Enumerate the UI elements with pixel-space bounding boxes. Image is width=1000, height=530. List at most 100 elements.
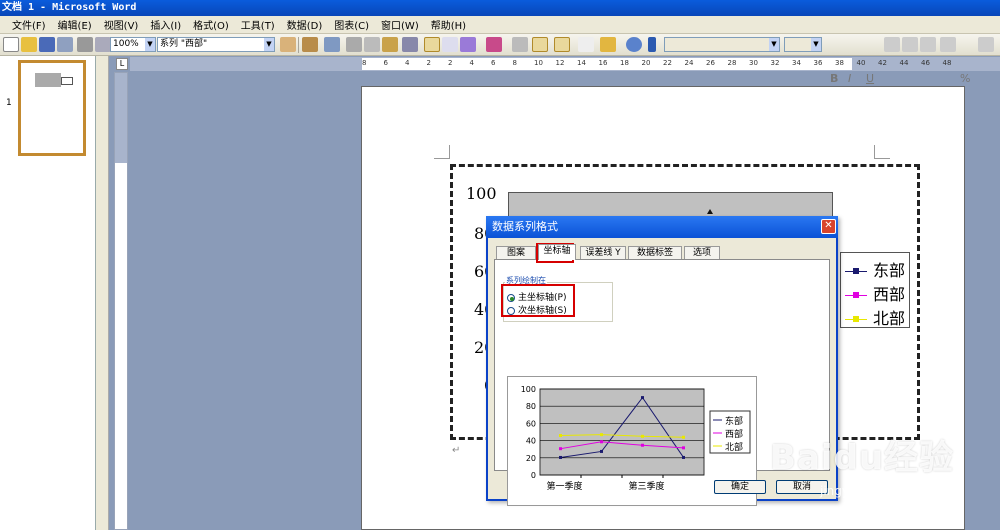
- ruler-margin-shade: [115, 73, 127, 163]
- fill-color-icon[interactable]: [600, 37, 616, 52]
- open-folder-icon[interactable]: [21, 37, 37, 52]
- ruler-tick-label: 40: [856, 59, 866, 67]
- preview-legend-label: 东部: [725, 415, 743, 427]
- new-document-icon[interactable]: [3, 37, 19, 52]
- by-row-icon[interactable]: [424, 37, 440, 52]
- chart-legend[interactable]: 东部西部北部: [840, 252, 910, 328]
- legend-line-icon: [845, 268, 867, 274]
- undo-icon[interactable]: [402, 37, 418, 52]
- gridlines-toggle-icon[interactable]: [554, 37, 570, 52]
- tab-3[interactable]: 数据标签: [628, 246, 682, 260]
- italic-button[interactable]: I: [848, 72, 851, 85]
- cut-icon[interactable]: [346, 37, 362, 52]
- ok-button[interactable]: 确定: [714, 480, 766, 494]
- align-left-icon[interactable]: [884, 37, 900, 52]
- thumbnail-page-number: 1: [6, 98, 12, 108]
- preview-y-tick-label: 40: [526, 437, 536, 446]
- thumbnail-legend: [61, 77, 73, 85]
- font-name-select[interactable]: ▼: [664, 37, 780, 52]
- legend-line-icon: [845, 292, 867, 298]
- tab-0[interactable]: 图案: [496, 246, 536, 260]
- permission-icon[interactable]: [57, 37, 73, 52]
- watermark-logo: Baidu经验: [770, 438, 955, 478]
- menu-item[interactable]: 视图(V): [98, 17, 145, 32]
- toolbar-options-icon[interactable]: [648, 37, 656, 52]
- copy-icon[interactable]: [364, 37, 380, 52]
- tab-1[interactable]: 坐标轴: [538, 244, 576, 260]
- legend-icon[interactable]: [486, 37, 502, 52]
- align-center-icon[interactable]: [902, 37, 918, 52]
- page-thumbnail[interactable]: [18, 60, 86, 156]
- menu-item[interactable]: 图表(C): [328, 17, 375, 32]
- legend-line-icon: [845, 316, 867, 322]
- print-icon[interactable]: [77, 37, 93, 52]
- toolbar-separator: [298, 37, 299, 53]
- print-preview-icon[interactable]: [95, 37, 111, 52]
- underline-button[interactable]: U: [866, 72, 874, 85]
- menu-item[interactable]: 窗口(W): [375, 17, 425, 32]
- preview-x-tick-label: 第三季度: [628, 480, 664, 492]
- menu-item[interactable]: 格式(O): [187, 17, 235, 32]
- preview-data-point: [682, 435, 685, 439]
- dialog-title-bar[interactable]: 数据系列格式 ✕: [486, 216, 838, 238]
- chart-type-icon[interactable]: [460, 37, 476, 52]
- ruler-tick-label: 16: [598, 59, 608, 67]
- data-table-icon[interactable]: [532, 37, 548, 52]
- preview-y-tick-label: 20: [526, 454, 536, 463]
- legend-label: 北部: [873, 309, 906, 328]
- currency-style-icon[interactable]: [940, 37, 956, 52]
- tab-2[interactable]: 误差线 Y: [580, 246, 626, 260]
- menu-item[interactable]: 文件(F): [6, 17, 52, 32]
- chart-object-select[interactable]: 系列 "西部" ▼: [157, 37, 275, 52]
- font-size-select[interactable]: ▼: [784, 37, 822, 52]
- preview-data-point: [641, 434, 644, 438]
- chevron-down-icon: ▼: [811, 38, 821, 51]
- preview-data-point: [559, 455, 562, 459]
- zoom-value: 100%: [113, 39, 139, 49]
- help-icon[interactable]: [626, 37, 642, 52]
- import-file-icon[interactable]: [302, 37, 318, 52]
- close-icon[interactable]: ✕: [821, 219, 836, 234]
- ruler-tick-label: 22: [663, 59, 672, 67]
- menu-item[interactable]: 插入(I): [144, 17, 187, 32]
- ruler-tick-label: 12: [555, 59, 565, 67]
- menu-item[interactable]: 工具(T): [235, 17, 281, 32]
- tab-4[interactable]: 选项: [684, 246, 720, 260]
- menu-item[interactable]: 编辑(E): [52, 17, 98, 32]
- save-icon[interactable]: [39, 37, 55, 52]
- text-box-icon[interactable]: [578, 37, 594, 52]
- preview-data-point: [641, 443, 644, 447]
- by-column-icon[interactable]: [442, 37, 458, 52]
- align-right-icon[interactable]: [920, 37, 936, 52]
- menu-bar: 文件(F) 编辑(E) 视图(V) 插入(I) 格式(O) 工具(T) 数据(D) 图表(C)…: [0, 16, 1000, 34]
- legend-label: 西部: [873, 285, 906, 304]
- menu-item[interactable]: 帮助(H): [425, 17, 472, 32]
- toolbar: 100% ▼ 系列 "西部" ▼ ▼ ▼ B I U %: [0, 34, 1000, 85]
- preview-data-point: [600, 433, 603, 437]
- ruler-tick-label: 4: [405, 59, 410, 67]
- legend-entry: 东部: [845, 257, 905, 281]
- horizontal-ruler[interactable]: 8 6 4 2 2 4 6 8 10 12 14 16 18 20 22 24 26 28 30 32 34 36 38 40…: [130, 57, 1000, 71]
- thumbnail-pane: 1: [0, 56, 96, 530]
- gridlines-icon[interactable]: [512, 37, 528, 52]
- ruler-tick-label: 4: [469, 59, 474, 67]
- zoom-select[interactable]: 100% ▼: [110, 37, 156, 52]
- ruler-tick-label: 6: [383, 59, 388, 67]
- watermark-url: jingyan.baidu.com: [820, 484, 931, 498]
- comma-style-icon[interactable]: [978, 37, 994, 52]
- chevron-down-icon: ▼: [769, 38, 779, 51]
- chevron-down-icon: ▼: [264, 38, 274, 51]
- format-series-icon[interactable]: [280, 37, 296, 52]
- preview-legend-label: 北部: [725, 441, 743, 453]
- tab-stop-selector[interactable]: L: [116, 58, 128, 70]
- vertical-ruler[interactable]: [114, 72, 128, 530]
- menu-item[interactable]: 数据(D): [281, 17, 329, 32]
- ruler-tick-label: 20: [641, 59, 651, 67]
- view-datasheet-icon[interactable]: [324, 37, 340, 52]
- percent-style-button[interactable]: %: [960, 72, 970, 85]
- paste-icon[interactable]: [382, 37, 398, 52]
- pane-splitter[interactable]: [96, 56, 109, 530]
- bold-button[interactable]: B: [830, 72, 838, 85]
- paragraph-mark-icon: ↵: [452, 445, 461, 456]
- dialog-title: 数据系列格式: [492, 220, 558, 233]
